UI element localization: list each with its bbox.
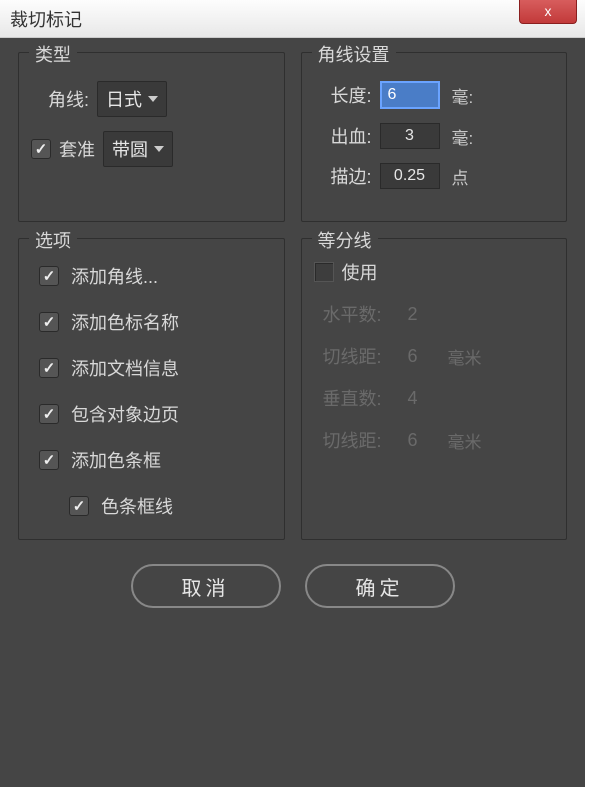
options-group: 选项 添加角线... 添加色标名称 添加文档信息 包含对象边页 — [18, 238, 285, 540]
add-doc-info-checkbox[interactable] — [39, 358, 59, 378]
length-label: 长度: — [314, 82, 372, 108]
close-button[interactable]: x — [519, 0, 577, 24]
corner-style-value: 日式 — [106, 86, 142, 112]
registration-checkbox[interactable] — [31, 139, 51, 159]
option-label: 添加色标名称 — [71, 309, 179, 335]
add-corner-checkbox[interactable] — [39, 266, 59, 286]
include-bounds-checkbox[interactable] — [39, 404, 59, 424]
registration-style-value: 带圆 — [112, 136, 148, 162]
type-group: 类型 角线: 日式 套准 带圆 — [18, 52, 285, 222]
chevron-down-icon — [148, 96, 158, 102]
option-row: 包含对象边页 — [31, 391, 272, 437]
hcount-label: 水平数: — [314, 301, 382, 327]
colorbar-lines-checkbox[interactable] — [69, 496, 89, 516]
vgap-label: 切线距: — [314, 427, 382, 453]
corner-settings-legend: 角线设置 — [312, 41, 396, 67]
type-legend: 类型 — [29, 41, 77, 67]
corner-settings-group: 角线设置 长度: 6 毫: 出血: 3 毫: 描边: 0.25 点 — [301, 52, 568, 222]
divider-legend: 等分线 — [312, 227, 378, 253]
length-input[interactable]: 6 — [380, 81, 440, 109]
hgap-unit: 毫米 — [448, 344, 482, 369]
options-legend: 选项 — [29, 227, 77, 253]
option-label: 添加文档信息 — [71, 355, 179, 381]
option-row: 添加色条框 — [31, 437, 272, 483]
cancel-label: 取消 — [182, 572, 230, 601]
bleed-unit: 毫: — [452, 124, 474, 149]
option-label: 添加角线... — [71, 263, 158, 289]
use-divider-label: 使用 — [342, 259, 378, 285]
hgap-label: 切线距: — [314, 343, 382, 369]
ok-label: 确定 — [356, 572, 404, 601]
vgap-unit: 毫米 — [448, 428, 482, 453]
corner-style-select[interactable]: 日式 — [97, 81, 167, 117]
titlebar: 裁切标记 x — [0, 0, 585, 38]
add-swatch-name-checkbox[interactable] — [39, 312, 59, 332]
corner-label: 角线: — [31, 86, 89, 112]
ok-button[interactable]: 确定 — [305, 564, 455, 608]
close-icon: x — [545, 3, 552, 19]
registration-label: 套准 — [59, 136, 95, 162]
stroke-label: 描边: — [314, 163, 372, 189]
hgap-value: 6 — [390, 346, 436, 367]
option-row: 添加色标名称 — [31, 299, 272, 345]
length-unit: 毫: — [452, 83, 474, 108]
use-divider-checkbox[interactable] — [314, 262, 334, 282]
stroke-input[interactable]: 0.25 — [380, 163, 440, 189]
option-label: 包含对象边页 — [71, 401, 179, 427]
vgap-value: 6 — [390, 430, 436, 451]
bleed-input[interactable]: 3 — [380, 123, 440, 149]
registration-style-select[interactable]: 带圆 — [103, 131, 173, 167]
cancel-button[interactable]: 取消 — [131, 564, 281, 608]
option-row: 添加角线... — [31, 253, 272, 299]
window-title: 裁切标记 — [10, 6, 82, 32]
vcount-label: 垂直数: — [314, 385, 382, 411]
divider-group: 等分线 使用 水平数: 2 切线距: 6 毫米 垂直数: 4 — [301, 238, 568, 540]
option-row: 添加文档信息 — [31, 345, 272, 391]
add-colorbar-checkbox[interactable] — [39, 450, 59, 470]
option-label: 色条框线 — [101, 493, 173, 519]
option-label: 添加色条框 — [71, 447, 161, 473]
option-row: 色条框线 — [31, 483, 272, 529]
chevron-down-icon — [154, 146, 164, 152]
stroke-unit: 点 — [452, 164, 469, 189]
hcount-value: 2 — [390, 304, 436, 325]
bleed-label: 出血: — [314, 123, 372, 149]
vcount-value: 4 — [390, 388, 436, 409]
